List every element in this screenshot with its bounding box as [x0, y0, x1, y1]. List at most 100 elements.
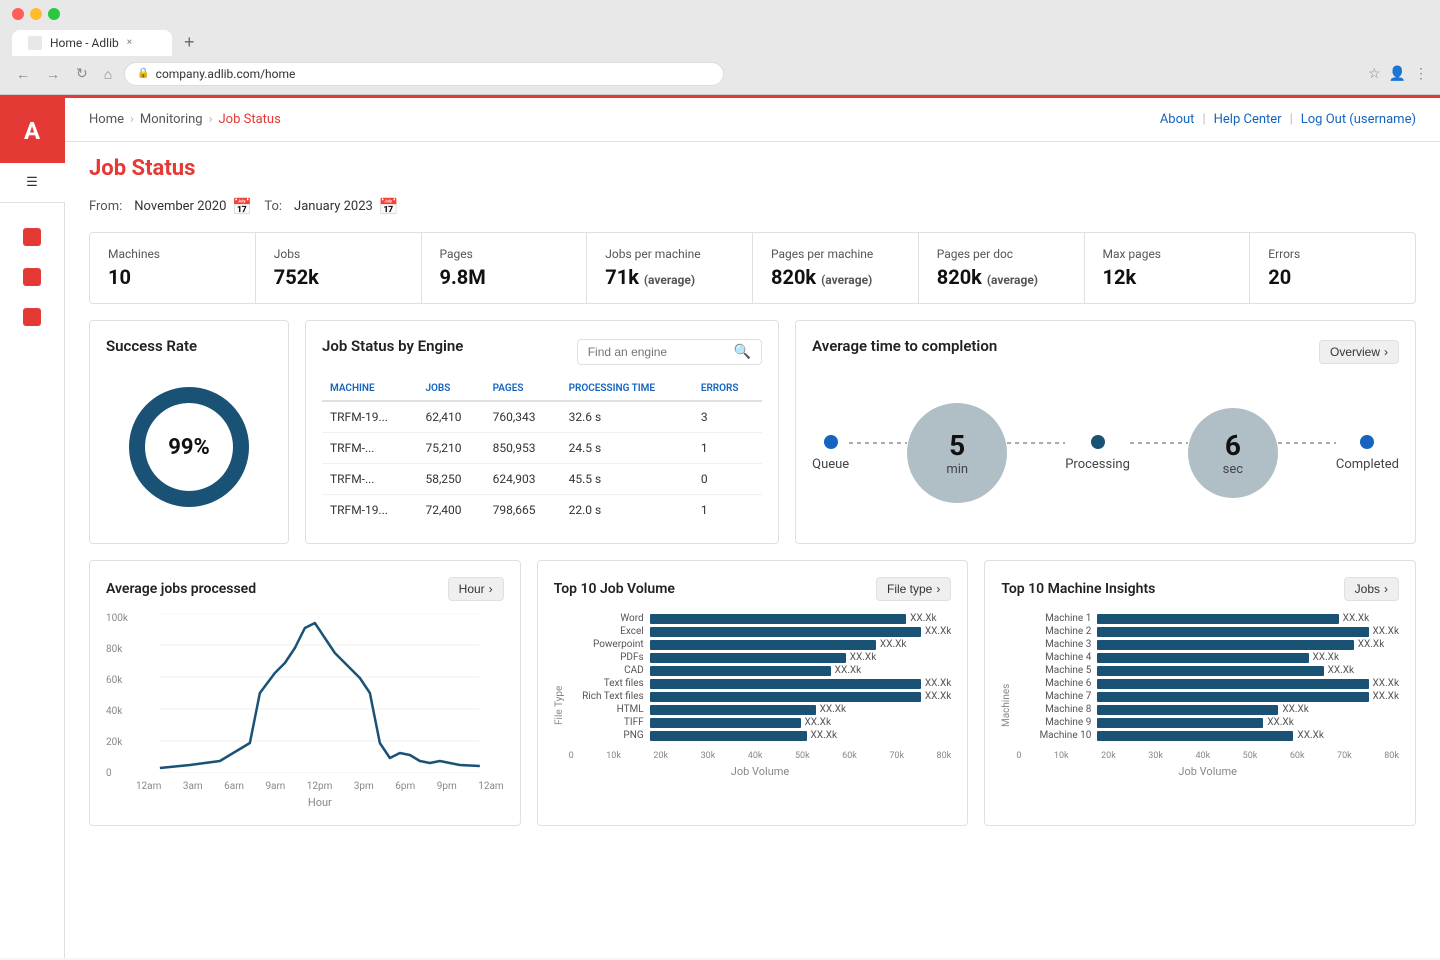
completed-dot [1360, 435, 1374, 449]
stat-pages: Pages 9.8M [422, 233, 588, 303]
stat-max-pages: Max pages 12k [1085, 233, 1251, 303]
col-machine: MACHINE [322, 377, 417, 401]
top10-volume-card: Top 10 Job Volume File type › File Type … [537, 560, 969, 826]
top10-volume-title: Top 10 Job Volume [554, 581, 675, 597]
app-layout: A ☰ Home › Monitoring › Job Statu [0, 98, 1440, 958]
sidebar-items [14, 203, 50, 351]
timeline-queue: Queue [812, 435, 849, 472]
home-button[interactable]: ⌂ [100, 62, 116, 86]
stat-pages-per-doc: Pages per doc 820k (average) [919, 233, 1085, 303]
avatar-icon[interactable]: 👤 [1389, 66, 1406, 82]
stat-machines: Machines 10 [90, 233, 256, 303]
address-bar: ← → ↻ ⌂ 🔒 company.adlib.com/home ☆ 👤 ⋮ [0, 57, 1440, 94]
sidebar-item-3[interactable] [14, 299, 50, 335]
y-tick-80k: 80k [106, 644, 128, 655]
sidebar-item-2[interactable] [14, 259, 50, 295]
x-tick-12pm: 12pm [307, 781, 333, 792]
to-date[interactable]: January 2023 📅 [294, 197, 399, 216]
table-row: TRFM-...75,210850,95324.5 s1 [322, 433, 762, 464]
avg-jobs-card: Average jobs processed Hour › 100k 80k 6… [89, 560, 521, 826]
logout-link[interactable]: Log Out (username) [1301, 112, 1416, 127]
volume-bars-wrapper: WordXX.XkExcelXX.XkPowerpointXX.XkPDFsXX… [569, 613, 952, 778]
avg-jobs-filter-button[interactable]: Hour › [448, 577, 504, 601]
from-calendar-icon[interactable]: 📅 [232, 197, 252, 216]
top10-volume-filter-button[interactable]: File type › [876, 577, 951, 601]
list-item: PNGXX.Xk [569, 730, 952, 741]
queue-dot [824, 435, 838, 449]
engine-search-input[interactable] [588, 345, 728, 359]
url-text: company.adlib.com/home [156, 67, 296, 81]
y-tick-20k: 20k [106, 737, 128, 748]
table-row: TRFM-...58,250624,90345.5 s0 [322, 464, 762, 495]
engine-table: MACHINE JOBS PAGES PROCESSING TIME ERROR… [322, 377, 762, 525]
from-date[interactable]: November 2020 📅 [134, 197, 252, 216]
top10-volume-filter-label: File type [887, 582, 932, 596]
page-title: Job Status [89, 156, 1416, 181]
timeline-5min: 5 min [907, 403, 1007, 503]
url-field[interactable]: 🔒 company.adlib.com/home [124, 62, 724, 86]
maximize-dot[interactable] [48, 8, 60, 20]
engine-title: Job Status by Engine [322, 337, 463, 355]
list-item: Machine 10XX.Xk [1016, 730, 1399, 741]
overview-button[interactable]: Overview › [1319, 340, 1399, 364]
top10-volume-header: Top 10 Job Volume File type › [554, 577, 952, 601]
top10-machine-header: Top 10 Machine Insights Jobs › [1001, 577, 1399, 601]
avg-jobs-chart-area: 100k 80k 60k 40k 20k 0 [106, 613, 504, 809]
col-pages: PAGES [485, 377, 561, 401]
x-tick-6am: 6am [224, 781, 244, 792]
processing-label: Processing [1065, 457, 1130, 472]
sidebar-logo[interactable]: A [0, 98, 65, 163]
engine-search[interactable]: 🔍 [577, 339, 762, 365]
nav-icon-3 [23, 308, 41, 326]
avg-jobs-x-label: Hour [136, 796, 504, 809]
tab-close-button[interactable]: × [127, 37, 132, 48]
star-icon[interactable]: ☆ [1368, 66, 1381, 82]
line-1 [849, 442, 907, 444]
list-item: Machine 9XX.Xk [1016, 717, 1399, 728]
new-tab-button[interactable]: + [176, 28, 203, 57]
donut-value: 99% [168, 435, 210, 460]
completion-title: Average time to completion [812, 337, 997, 355]
sidebar-item-1[interactable] [14, 219, 50, 255]
x-tick-6pm: 6pm [395, 781, 415, 792]
list-item: Rich Text filesXX.Xk [569, 691, 952, 702]
sidebar-toggle[interactable]: ☰ [0, 163, 65, 203]
to-calendar-icon[interactable]: 📅 [379, 197, 399, 216]
donut-svg: 99% [119, 377, 259, 517]
line-4 [1278, 442, 1336, 444]
volume-x-label: Job Volume [569, 765, 952, 778]
help-center-link[interactable]: Help Center [1214, 112, 1282, 127]
browser-tab-active[interactable]: Home - Adlib × [12, 30, 172, 56]
forward-button[interactable]: → [42, 62, 64, 86]
volume-y-label: File Type [554, 613, 565, 778]
address-right-icons: ☆ 👤 ⋮ [1368, 66, 1428, 82]
reload-button[interactable]: ↻ [72, 61, 92, 86]
header-sep-2: | [1290, 112, 1293, 127]
logo-letter: A [24, 117, 40, 145]
list-item: Machine 2XX.Xk [1016, 626, 1399, 637]
breadcrumb-monitoring[interactable]: Monitoring [140, 112, 203, 127]
completion-header: Average time to completion Overview › [812, 337, 1399, 367]
stats-row: Machines 10 Jobs 752k Pages 9.8M Jobs pe… [89, 232, 1416, 304]
engine-header: Job Status by Engine 🔍 [322, 337, 762, 367]
list-item: Machine 6XX.Xk [1016, 678, 1399, 689]
top10-machine-filter-button[interactable]: Jobs › [1344, 577, 1399, 601]
bubble-6sec: 6 sec [1188, 408, 1278, 498]
success-rate-title: Success Rate [106, 337, 272, 355]
search-icon: 🔍 [734, 344, 751, 360]
completion-timeline: Queue 5 min [812, 383, 1399, 523]
overview-label: Overview [1330, 345, 1380, 359]
breadcrumb-home[interactable]: Home [89, 112, 124, 127]
back-button[interactable]: ← [12, 62, 34, 86]
about-link[interactable]: About [1160, 112, 1195, 127]
bubble-6sec-unit: sec [1223, 462, 1243, 477]
bottom-row: Average jobs processed Hour › 100k 80k 6… [89, 560, 1416, 826]
tab-favicon [28, 36, 42, 50]
stat-jobs-per-machine: Jobs per machine 71k (average) [587, 233, 753, 303]
traffic-lights [0, 0, 1440, 28]
to-label: To: [264, 199, 282, 214]
menu-icon[interactable]: ⋮ [1414, 66, 1428, 82]
machine-x-ticks: 0 10k 20k 30k 40k 50k 60k 70k 80k [1016, 751, 1399, 761]
minimize-dot[interactable] [30, 8, 42, 20]
close-dot[interactable] [12, 8, 24, 20]
